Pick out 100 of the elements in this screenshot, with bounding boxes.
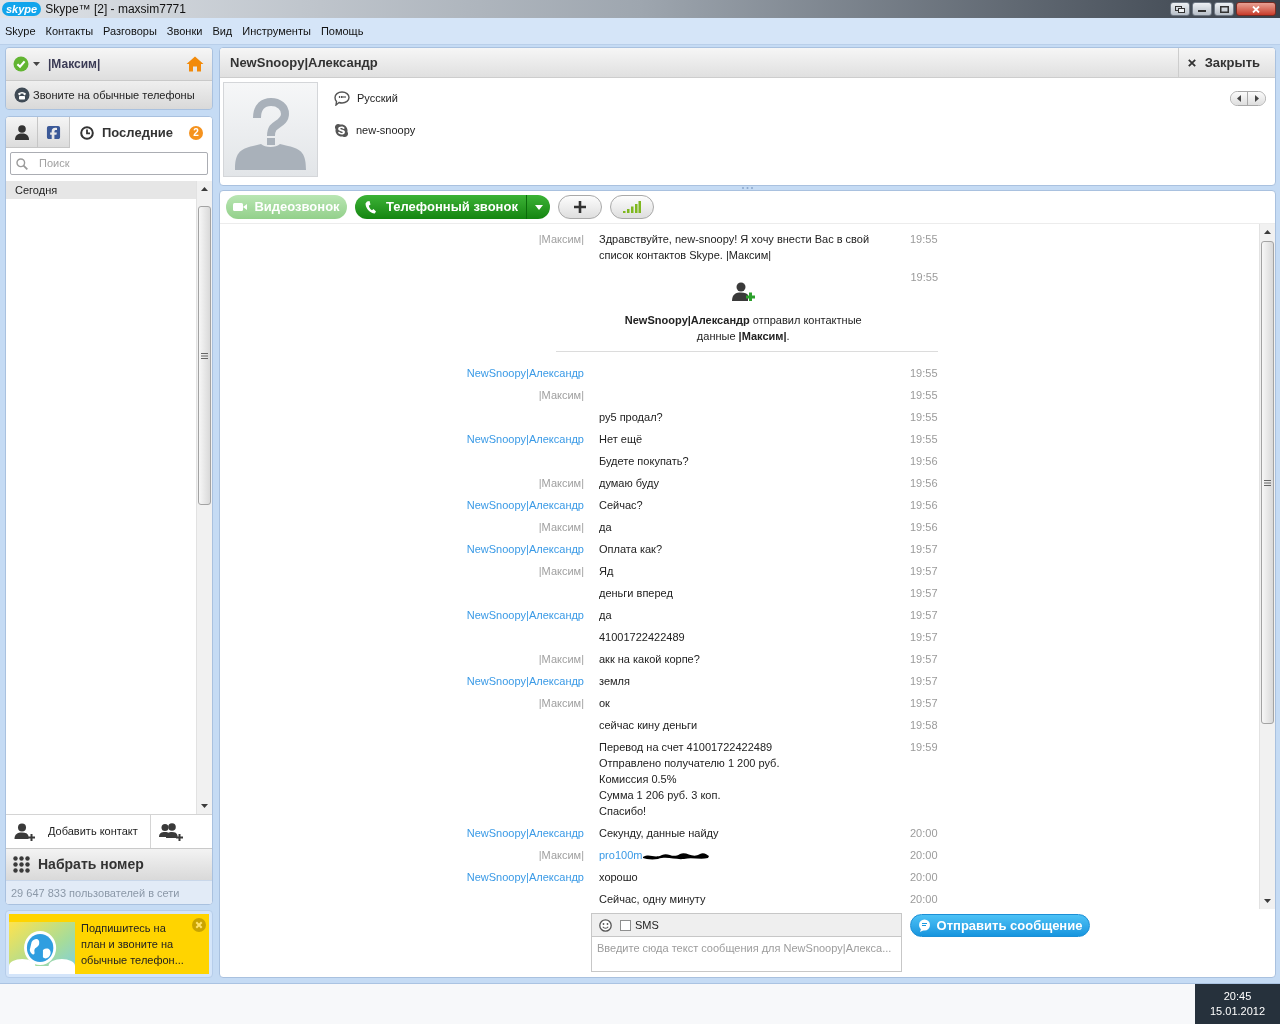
scrollbar-thumb[interactable] bbox=[1261, 241, 1274, 724]
sender-name[interactable]: |Максим| bbox=[538, 519, 584, 535]
message-text: 41001722422489 bbox=[599, 630, 685, 645]
sender-name[interactable]: NewSnoopy|Александр bbox=[466, 497, 584, 513]
group-header: Сегодня bbox=[6, 181, 196, 199]
add-contact-button[interactable]: Добавить контакт bbox=[6, 815, 150, 848]
add-group-icon[interactable] bbox=[159, 822, 183, 841]
maximize-button[interactable] bbox=[1214, 2, 1234, 16]
window-title: Skype™ [2] - maxsim7771 bbox=[45, 1, 186, 18]
message-text: хорошо bbox=[599, 870, 638, 885]
sender-name[interactable]: |Максим| bbox=[538, 387, 584, 403]
message-text: да bbox=[599, 520, 612, 535]
sender-name[interactable]: |Максим| bbox=[538, 847, 584, 863]
message-text: Нет ещё bbox=[599, 432, 643, 447]
message-time: 19:57 bbox=[910, 564, 938, 579]
message-text: земля bbox=[599, 674, 630, 689]
menu-item[interactable]: Помощь bbox=[320, 22, 364, 40]
scrollbar-track[interactable] bbox=[196, 181, 212, 814]
phone-badge-icon bbox=[14, 87, 30, 103]
system-message: NewSnoopy|Александр отправил контактные данные |Максим|. bbox=[623, 313, 863, 344]
facebook-icon bbox=[46, 124, 61, 140]
menu-item[interactable]: Вид bbox=[212, 22, 233, 40]
compact-view-button[interactable] bbox=[1170, 2, 1190, 16]
message-time: 19:57 bbox=[910, 674, 938, 689]
menu-item[interactable]: Skype bbox=[5, 22, 36, 40]
message-time: 19:56 bbox=[910, 498, 938, 513]
sms-label[interactable]: SMS bbox=[635, 916, 659, 934]
speech-bubble-icon bbox=[334, 91, 350, 106]
message-time: 19:55 bbox=[910, 388, 938, 403]
contact-added-icon bbox=[731, 282, 756, 301]
scrollbar-thumb[interactable] bbox=[198, 206, 211, 505]
compact-view-icon bbox=[1175, 5, 1185, 13]
message-time: 19:57 bbox=[910, 542, 938, 557]
clock-area[interactable]: 20:45 15.01.2012 bbox=[1195, 984, 1280, 1024]
message-input[interactable]: Введите сюда текст сообщения для NewSnoopy|Алекса... bbox=[591, 937, 902, 972]
dial-number-button[interactable]: Набрать номер bbox=[6, 848, 212, 880]
sender-name[interactable]: |Максим| bbox=[538, 695, 584, 711]
minimize-icon bbox=[1198, 10, 1206, 12]
message-text: сейчас кину деньги bbox=[599, 718, 698, 733]
message-text: думаю буду bbox=[599, 476, 659, 491]
message-time: 19:58 bbox=[910, 718, 938, 733]
facebook-tab[interactable] bbox=[38, 117, 70, 148]
skype-name-text: new-snoopy bbox=[356, 123, 416, 139]
sender-name[interactable]: NewSnoopy|Александр bbox=[466, 431, 584, 447]
menu-item[interactable]: Разговоры bbox=[103, 22, 157, 40]
menu-item[interactable]: Контакты bbox=[45, 22, 94, 40]
call-phones-button[interactable]: Звоните на обычные телефоны bbox=[6, 81, 212, 109]
message-time: 19:57 bbox=[910, 696, 938, 711]
phone-handset-icon bbox=[365, 200, 376, 214]
close-icon bbox=[1187, 58, 1196, 67]
add-button[interactable] bbox=[558, 195, 602, 219]
message-time: 19:55 bbox=[910, 270, 938, 285]
conversation-title: NewSnoopy|Александр bbox=[230, 53, 378, 72]
sender-name[interactable]: |Максим| bbox=[538, 231, 584, 247]
menu-item[interactable]: Инструменты bbox=[242, 22, 311, 40]
scroll-up-arrow-icon[interactable] bbox=[1264, 230, 1271, 234]
sender-name[interactable]: NewSnoopy|Александр bbox=[466, 825, 584, 841]
search-input[interactable]: Поиск bbox=[39, 155, 189, 172]
message-text: Сейчас, одну минуту bbox=[599, 892, 706, 907]
clock-icon bbox=[80, 125, 94, 140]
send-message-button[interactable]: Отправить сообщение bbox=[910, 914, 1090, 937]
sender-name[interactable]: NewSnoopy|Александр bbox=[466, 607, 584, 623]
message-text: ру5 продал? bbox=[599, 410, 663, 425]
dialpad-icon bbox=[13, 856, 30, 873]
message-text: Оплата как? bbox=[599, 542, 662, 557]
caret-down-icon bbox=[534, 204, 543, 210]
smiley-icon[interactable] bbox=[599, 918, 612, 932]
sender-name[interactable]: |Максим| bbox=[538, 563, 584, 579]
skype-icon bbox=[334, 123, 349, 138]
online-count: 29 647 833 пользователей в сети bbox=[6, 880, 212, 904]
skype-logo: skype bbox=[2, 2, 42, 16]
minimize-button[interactable] bbox=[1192, 2, 1212, 16]
next-button[interactable] bbox=[1248, 92, 1265, 105]
menu-item[interactable]: Звонки bbox=[166, 22, 203, 40]
search-field[interactable]: Поиск bbox=[10, 152, 208, 175]
sender-name[interactable]: NewSnoopy|Александр bbox=[466, 541, 584, 557]
contacts-tab[interactable] bbox=[6, 117, 38, 148]
sms-checkbox[interactable] bbox=[620, 919, 631, 931]
sender-name[interactable]: NewSnoopy|Александр bbox=[466, 673, 584, 689]
clock-date: 15.01.2012 bbox=[1209, 1004, 1266, 1019]
scrollbar-track[interactable] bbox=[1259, 224, 1275, 909]
message-time: 19:57 bbox=[910, 652, 938, 667]
promo-banner[interactable]: Подпишитесь на план и звоните на обычные телефон... bbox=[5, 910, 213, 978]
message-text: Будете покупать? bbox=[599, 454, 689, 469]
scroll-up-arrow-icon[interactable] bbox=[201, 187, 208, 191]
message-link[interactable]: pro100m bbox=[599, 847, 643, 863]
close-window-button[interactable] bbox=[1236, 2, 1276, 16]
profile-name[interactable]: |Максим| bbox=[48, 55, 101, 73]
unread-badge: 2 bbox=[189, 125, 203, 140]
sender-name[interactable]: |Максим| bbox=[538, 475, 584, 491]
close-conversation-button[interactable]: Закрыть bbox=[1178, 48, 1275, 77]
status-button[interactable] bbox=[13, 56, 40, 72]
sender-name[interactable]: NewSnoopy|Александр bbox=[466, 869, 584, 885]
sender-name[interactable]: NewSnoopy|Александр bbox=[466, 365, 584, 381]
grip-lines-icon bbox=[1264, 479, 1271, 486]
previous-button[interactable] bbox=[1231, 92, 1248, 105]
sender-name[interactable]: |Максим| bbox=[538, 651, 584, 667]
message-text: Здравствуйте, new-snoopy! Я хочу внести Вас в свой список контактов Skype. |Максим| bbox=[599, 232, 871, 263]
scroll-down-arrow-icon[interactable] bbox=[1264, 899, 1271, 903]
scroll-down-arrow-icon[interactable] bbox=[201, 804, 208, 808]
